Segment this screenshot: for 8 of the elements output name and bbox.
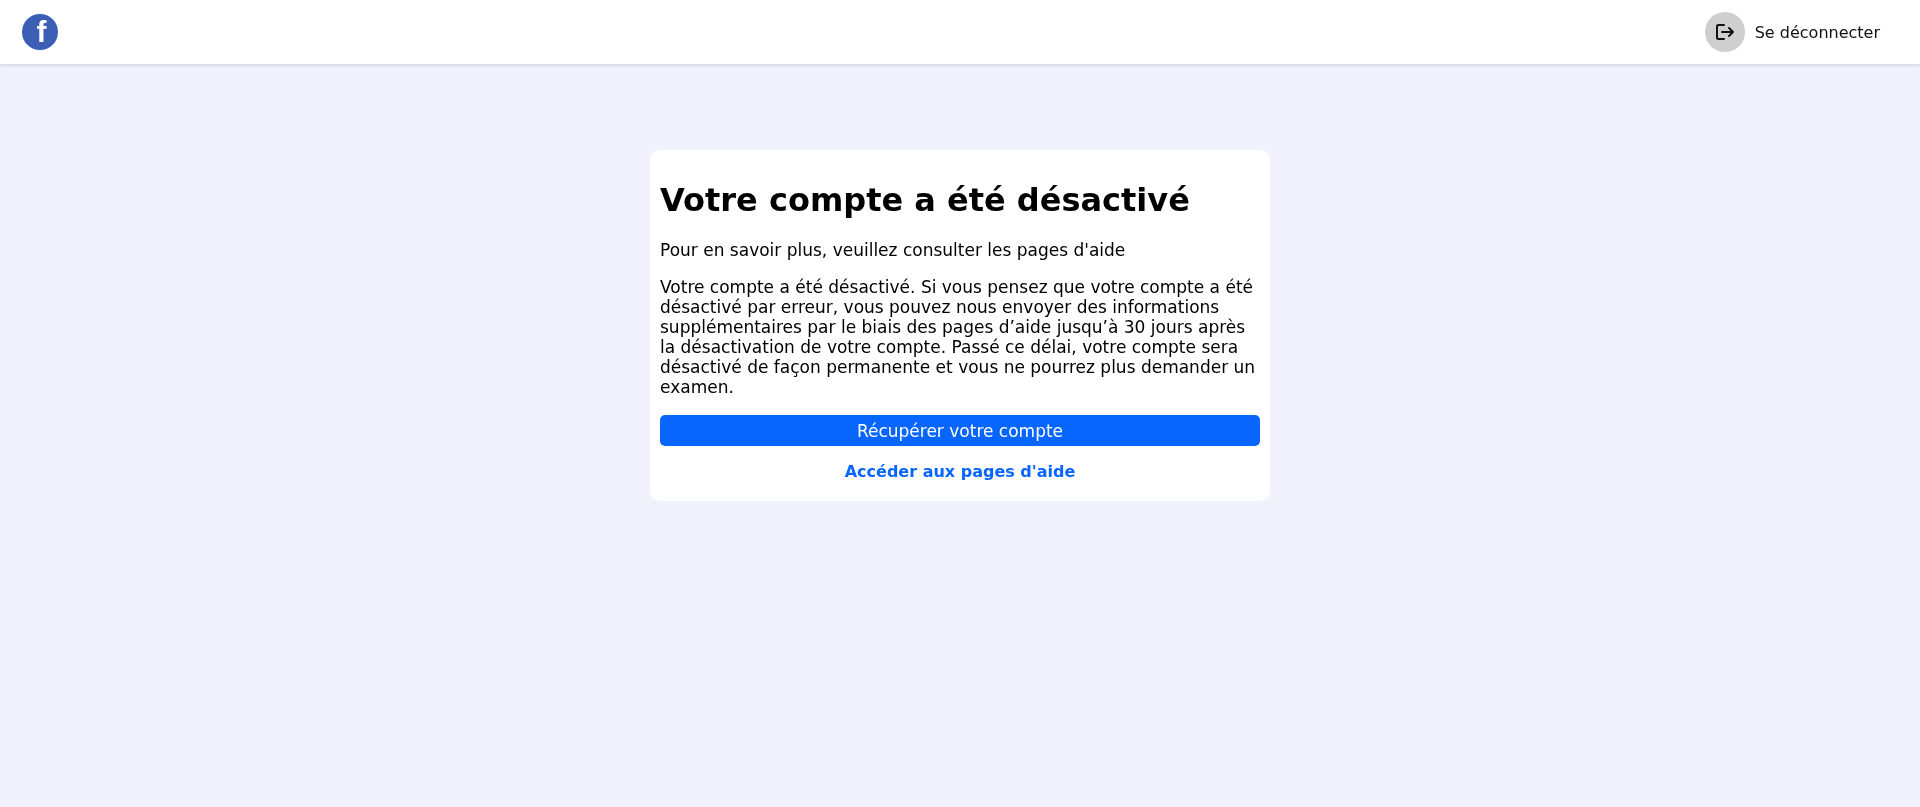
- card-body-text: Votre compte a été désactivé. Si vous pensez que votre compte a été désactivé par erreur, vous pouvez nous envoyer des informations supplémentaires par le biais des pages d’aide jusqu’à 30 jours après la désactivation de votre compte. Passé ce délai, votre compte sera désactivé de façon permanente et vous ne pourrez plus demander un examen.: [660, 277, 1257, 397]
- logout-button[interactable]: Se déconnecter: [1704, 12, 1880, 52]
- help-pages-link[interactable]: Accéder aux pages d'aide: [844, 462, 1076, 481]
- recover-account-button[interactable]: Récupérer votre compte: [660, 415, 1260, 446]
- card-subtitle: Pour en savoir plus, veuillez consulter les pages d'aide: [660, 240, 1127, 260]
- logo[interactable]: f: [22, 14, 58, 50]
- logout-icon: [1704, 12, 1745, 52]
- card-title: Votre compte a été désactivé: [660, 181, 1191, 219]
